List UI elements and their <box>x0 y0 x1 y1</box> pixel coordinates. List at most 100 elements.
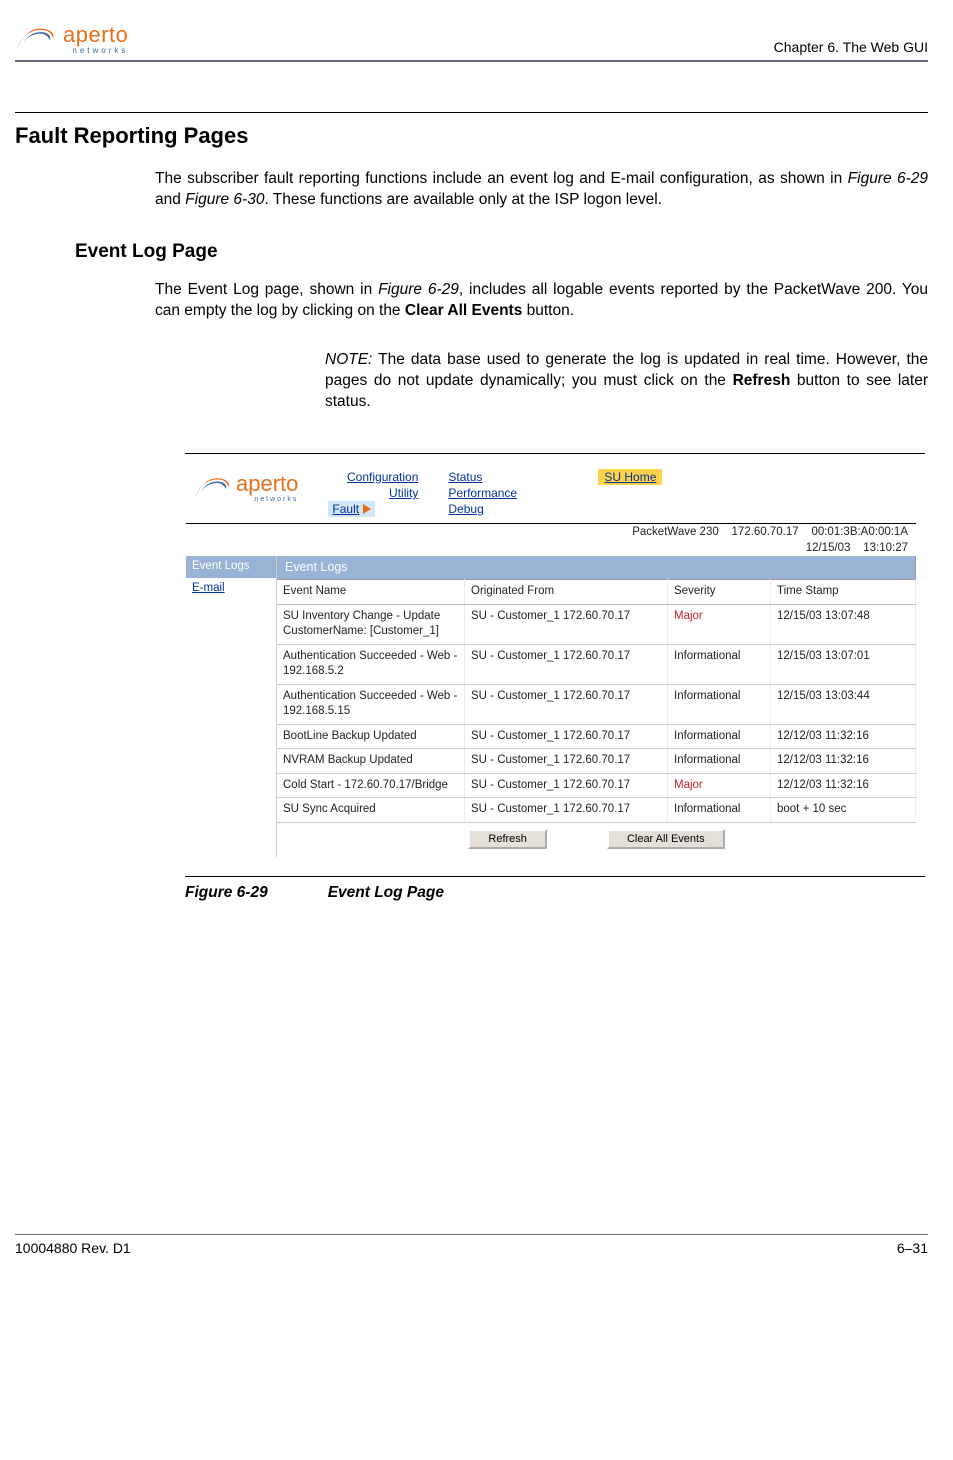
body-paragraph: The Event Log page, shown in Figure 6-29… <box>155 280 928 322</box>
app-logo-text: aperto <box>236 471 298 496</box>
refresh-button[interactable]: Refresh <box>468 829 547 849</box>
panel-title: Event Logs <box>277 556 916 579</box>
nav-status[interactable]: Status <box>448 469 538 485</box>
footer-left: 10004880 Rev. D1 <box>15 1239 131 1258</box>
cell-severity: Major <box>668 604 771 644</box>
page-header: aperto networks Chapter 6. The Web GUI <box>15 20 928 62</box>
cell-time-stamp: 12/15/03 13:07:01 <box>771 644 916 684</box>
bold-text: Clear All Events <box>405 302 522 319</box>
figure-caption: Figure 6-29 Event Log Page <box>185 876 925 904</box>
app-logo: aperto networks <box>194 469 298 505</box>
text: . These functions are available only at … <box>264 191 662 208</box>
figure-ref: Figure 6-29 <box>848 170 928 187</box>
app-header: aperto networks Configuration Utility Fa… <box>186 463 916 520</box>
cell-time-stamp: boot + 10 sec <box>771 798 916 823</box>
cell-event-name: SU Inventory Change - Update CustomerNam… <box>277 604 465 644</box>
footer-page-number: 6–31 <box>897 1239 928 1258</box>
col-severity: Severity <box>668 580 771 605</box>
cell-event-name: BootLine Backup Updated <box>277 724 465 749</box>
cell-severity: Major <box>668 773 771 798</box>
app-logo-subtitle: networks <box>236 495 298 504</box>
logo-subtitle: networks <box>63 46 128 57</box>
cell-time-stamp: 12/15/03 13:03:44 <box>771 684 916 724</box>
cell-originated-from: SU - Customer_1 172.60.70.17 <box>465 749 668 774</box>
cell-severity: Informational <box>668 644 771 684</box>
text: button. <box>522 302 574 319</box>
subsection-title: Event Log Page <box>75 239 928 265</box>
nav-fault-selected[interactable]: Fault <box>328 501 375 517</box>
app-body: Event Logs E-mail Event Logs Event Name … <box>186 556 916 857</box>
status-line-1: PacketWave 230 172.60.70.17 00:01:3B:A0:… <box>186 525 916 541</box>
cell-severity: Informational <box>668 724 771 749</box>
nav-configuration[interactable]: Configuration <box>328 469 418 485</box>
logo-swoosh-icon <box>194 474 232 500</box>
cell-severity: Informational <box>668 798 771 823</box>
text: The Event Log page, shown in <box>155 281 378 298</box>
cell-time-stamp: 12/12/03 11:32:16 <box>771 773 916 798</box>
col-originated-from: Originated From <box>465 580 668 605</box>
figure-ref: Figure 6-30 <box>185 191 264 208</box>
cell-originated-from: SU - Customer_1 172.60.70.17 <box>465 798 668 823</box>
nav-label: Fault <box>332 501 359 517</box>
sidebar: Event Logs E-mail <box>186 556 277 857</box>
figure-ref: Figure 6-29 <box>378 281 459 298</box>
bold-text: Refresh <box>733 372 791 389</box>
main-panel: Event Logs Event Name Originated From Se… <box>277 556 916 857</box>
table-row: Authentication Succeeded - Web - 192.168… <box>277 684 916 724</box>
col-time-stamp: Time Stamp <box>771 580 916 605</box>
arrow-right-icon <box>363 504 371 514</box>
note-lead: NOTE: <box>325 351 372 368</box>
screenshot: aperto networks Configuration Utility Fa… <box>185 462 917 858</box>
section-title: Fault Reporting Pages <box>15 121 928 151</box>
cell-severity: Informational <box>668 684 771 724</box>
figure: aperto networks Configuration Utility Fa… <box>185 453 925 904</box>
nav-col-1: Configuration Utility Fault <box>328 469 418 518</box>
nav-utility[interactable]: Utility <box>328 485 418 501</box>
cell-event-name: Authentication Succeeded - Web - 192.168… <box>277 684 465 724</box>
su-home-button[interactable]: SU Home <box>598 469 662 485</box>
cell-severity: Informational <box>668 749 771 774</box>
section: Fault Reporting Pages <box>15 112 928 151</box>
cell-originated-from: SU - Customer_1 172.60.70.17 <box>465 644 668 684</box>
nav-debug[interactable]: Debug <box>448 501 538 517</box>
figure-title: Event Log Page <box>328 883 444 904</box>
status-line-2: 12/15/03 13:10:27 <box>186 541 916 557</box>
figure-number: Figure 6-29 <box>185 883 268 904</box>
logo-swoosh-icon <box>15 24 57 52</box>
nav-col-2: Status Performance Debug <box>448 469 538 518</box>
cell-event-name: SU Sync Acquired <box>277 798 465 823</box>
cell-event-name: Cold Start - 172.60.70.17/Bridge <box>277 773 465 798</box>
intro-paragraph: The subscriber fault reporting functions… <box>155 169 928 211</box>
text: The subscriber fault reporting functions… <box>155 170 848 187</box>
table-row: SU Inventory Change - Update CustomerNam… <box>277 604 916 644</box>
nav-performance[interactable]: Performance <box>448 485 538 501</box>
cell-originated-from: SU - Customer_1 172.60.70.17 <box>465 604 668 644</box>
chapter-reference: Chapter 6. The Web GUI <box>774 38 928 57</box>
cell-event-name: Authentication Succeeded - Web - 192.168… <box>277 644 465 684</box>
event-log-table: Event Name Originated From Severity Time… <box>277 579 916 823</box>
table-row: SU Sync AcquiredSU - Customer_1 172.60.7… <box>277 798 916 823</box>
logo: aperto networks <box>15 20 128 56</box>
note-paragraph: NOTE: The data base used to generate the… <box>325 350 928 413</box>
sidebar-item-email[interactable]: E-mail <box>186 578 276 600</box>
cell-time-stamp: 12/12/03 11:32:16 <box>771 724 916 749</box>
cell-originated-from: SU - Customer_1 172.60.70.17 <box>465 724 668 749</box>
button-row: Refresh Clear All Events <box>277 829 916 849</box>
table-row: NVRAM Backup UpdatedSU - Customer_1 172.… <box>277 749 916 774</box>
text: and <box>155 191 185 208</box>
table-row: BootLine Backup UpdatedSU - Customer_1 1… <box>277 724 916 749</box>
table-row: Cold Start - 172.60.70.17/BridgeSU - Cus… <box>277 773 916 798</box>
cell-event-name: NVRAM Backup Updated <box>277 749 465 774</box>
cell-originated-from: SU - Customer_1 172.60.70.17 <box>465 773 668 798</box>
table-row: Authentication Succeeded - Web - 192.168… <box>277 644 916 684</box>
cell-originated-from: SU - Customer_1 172.60.70.17 <box>465 684 668 724</box>
logo-text: aperto <box>63 22 128 47</box>
page-footer: 10004880 Rev. D1 6–31 <box>15 1234 928 1258</box>
divider <box>186 523 916 524</box>
clear-all-events-button[interactable]: Clear All Events <box>607 829 725 849</box>
su-home-wrap: SU Home <box>598 469 662 485</box>
col-event-name: Event Name <box>277 580 465 605</box>
cell-time-stamp: 12/12/03 11:32:16 <box>771 749 916 774</box>
sidebar-item-event-logs[interactable]: Event Logs <box>186 556 276 578</box>
cell-time-stamp: 12/15/03 13:07:48 <box>771 604 916 644</box>
